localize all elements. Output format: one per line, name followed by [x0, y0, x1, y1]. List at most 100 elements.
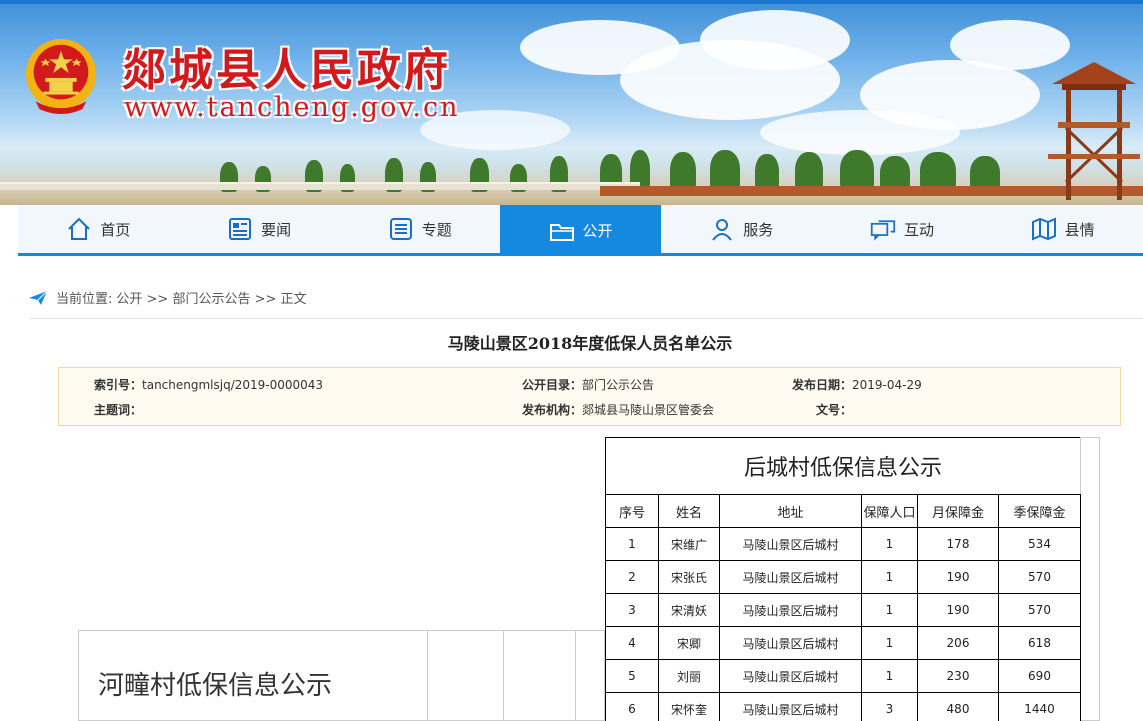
page: 郯城县人民政府 www.tancheng.gov.cn 首页 要闻 专题 公开 …: [0, 0, 1143, 721]
home-icon: [68, 217, 91, 240]
table-cell: 1: [861, 626, 918, 660]
meta-value: 2019-04-29: [852, 378, 922, 392]
table-row: 4 宋卿 马陵山景区后城村 1 206 618: [605, 626, 1081, 660]
nav-item-label: 专题: [421, 220, 452, 239]
cloud-decor: [760, 110, 960, 155]
meta-label: 文号：: [816, 403, 853, 417]
user-icon: [712, 219, 733, 241]
main-nav: 首页 要闻 专题 公开 服务 互动 县情: [18, 205, 1143, 256]
table-cell: 480: [917, 692, 999, 721]
table-cell: 宋张氏: [658, 560, 720, 594]
table-cell: 1: [861, 593, 918, 627]
table-cell: 5: [605, 659, 659, 693]
table-cell: 宋怀奎: [658, 692, 720, 721]
table-header: 季保障金: [998, 494, 1081, 528]
houcheng-table: 后城村低保信息公示 序号 姓名 地址 保障人口 月保障金 季保障金 1 宋维广 …: [605, 437, 1081, 721]
table-cell: 刘丽: [658, 659, 720, 693]
nav-item-news[interactable]: 要闻: [179, 205, 340, 253]
nav-item-label: 县情: [1064, 220, 1095, 239]
table-row: 6 宋怀奎 马陵山景区后城村 3 480 1440: [605, 692, 1081, 721]
site-title: 郯城县人民政府: [122, 45, 451, 96]
meta-label: 发布机构：: [522, 403, 583, 417]
list-icon: [389, 218, 412, 240]
table-cell: 570: [998, 593, 1081, 627]
table-cell: 1: [861, 560, 918, 594]
meta-value: 郯城县马陵山景区管委会: [582, 403, 715, 417]
nav-item-label: 公开: [582, 222, 613, 240]
table-cell: 马陵山景区后城村: [719, 692, 862, 721]
meta-value: tanchengmlsjq/2019-0000043: [142, 378, 324, 392]
table-cell: 1: [861, 659, 918, 693]
nav-item-county-info[interactable]: 县情: [982, 205, 1143, 253]
table-header: 保障人口: [861, 494, 918, 528]
site-url: www.tancheng.gov.cn: [124, 92, 460, 123]
table-cell: 690: [998, 659, 1081, 693]
table-cell: 1: [605, 527, 659, 561]
article-title: 马陵山景区2018年度低保人员名单公示: [447, 334, 733, 353]
table-cell: 570: [998, 560, 1081, 594]
pavilion-tower-image: [1048, 62, 1140, 200]
nav-item-label: 服务: [743, 220, 774, 239]
table-cell: 1: [861, 527, 918, 561]
cloud-decor: [700, 10, 850, 70]
table-cell: 马陵山景区后城村: [719, 626, 862, 660]
meta-catalog: 公开目录：部门公示公告: [522, 376, 654, 393]
table-cell: 190: [917, 593, 999, 627]
nav-item-label: 要闻: [261, 220, 292, 239]
table-header: 地址: [719, 494, 862, 528]
top-accent-line: [0, 0, 1143, 4]
chat-icon: [870, 220, 896, 241]
table-rule: [503, 630, 504, 721]
table-rule: [575, 630, 576, 721]
table-header: 月保障金: [917, 494, 999, 528]
table-rule: [427, 630, 428, 721]
table-cell: 534: [998, 527, 1081, 561]
meta-value: 部门公示公告: [582, 378, 655, 392]
table-cell: 宋卿: [658, 626, 720, 660]
table-cell: 178: [917, 527, 999, 561]
table-cell: 618: [998, 626, 1081, 660]
header-banner: 郯城县人民政府 www.tancheng.gov.cn: [0, 0, 1143, 205]
meta-org: 发布机构：郯城县马陵山景区管委会: [522, 401, 714, 418]
breadcrumb-path[interactable]: 公开 >> 部门公示公告 >> 正文: [116, 288, 306, 307]
table-row: 1 宋维广 马陵山景区后城村 1 178 534: [605, 527, 1081, 561]
national-emblem-icon: [25, 38, 97, 115]
table-cell: 3: [605, 593, 659, 627]
table-cell: 230: [917, 659, 999, 693]
table-header: 序号: [605, 494, 659, 528]
table-row: 2 宋张氏 马陵山景区后城村 1 190 570: [605, 560, 1081, 594]
table-cell: 马陵山景区后城村: [719, 593, 862, 627]
table-cell: 马陵山景区后城村: [719, 659, 862, 693]
table-cell: 宋清妖: [658, 593, 720, 627]
nav-item-home[interactable]: 首页: [18, 205, 179, 253]
meta-label: 公开目录：: [522, 378, 583, 392]
meta-date: 发布日期：2019-04-29: [792, 376, 922, 393]
divider: [30, 318, 1143, 319]
table-cell: 190: [917, 560, 999, 594]
paper-plane-icon: [29, 290, 48, 305]
map-icon: [1031, 217, 1056, 241]
nav-item-topics[interactable]: 专题: [339, 205, 500, 253]
meta-label: 发布日期：: [792, 378, 853, 392]
meta-index: 索引号：tanchengmlsjq/2019-0000043: [94, 376, 323, 393]
hetong-table-title: 河疃村低保信息公示: [98, 671, 333, 701]
bridge-decor: [0, 182, 640, 190]
table-cell: 宋维广: [658, 527, 720, 561]
nav-item-interact[interactable]: 互动: [822, 205, 983, 253]
meta-docno: 文号：: [816, 401, 852, 418]
meta-label: 主题词：: [94, 403, 143, 417]
nav-item-service[interactable]: 服务: [661, 205, 822, 253]
table-cell: 马陵山景区后城村: [719, 560, 862, 594]
nav-item-public[interactable]: 公开: [500, 205, 661, 256]
meta-label: 索引号：: [94, 378, 143, 392]
table-row: 5 刘丽 马陵山景区后城村 1 230 690: [605, 659, 1081, 693]
table-cell: 206: [917, 626, 999, 660]
meta-keyword: 主题词：: [94, 401, 142, 418]
breadcrumb: 当前位置: 公开 >> 部门公示公告 >> 正文: [28, 288, 307, 307]
table-cell: 6: [605, 692, 659, 721]
houcheng-table-title: 后城村低保信息公示: [605, 437, 1081, 495]
table-cell: 2: [605, 560, 659, 594]
article-meta-box: 索引号：tanchengmlsjq/2019-0000043 公开目录：部门公示…: [58, 367, 1121, 426]
table-header: 姓名: [658, 494, 720, 528]
nav-item-label: 互动: [903, 220, 934, 239]
